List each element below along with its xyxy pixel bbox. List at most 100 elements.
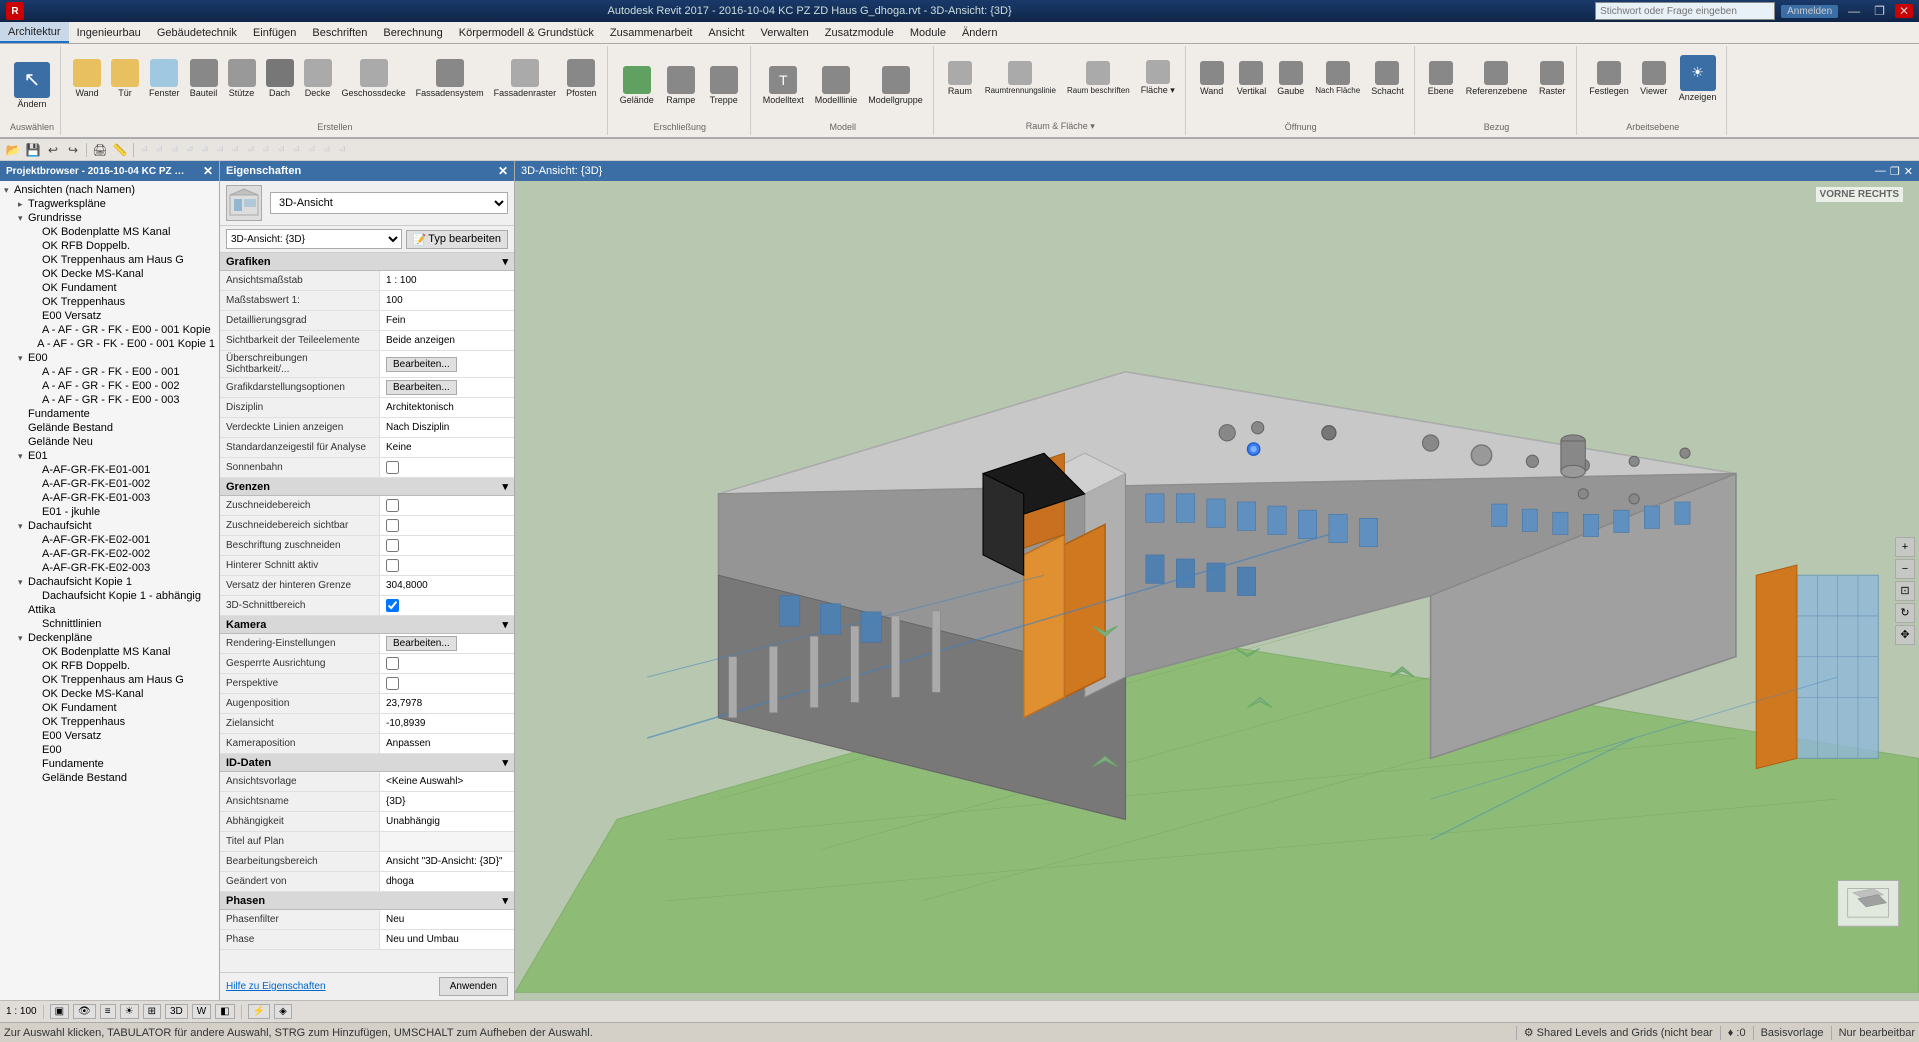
menu-gebaudetechnik[interactable]: Gebäudetechnik xyxy=(149,22,245,43)
qa-btn-measure[interactable]: 📏 xyxy=(111,141,129,159)
vp-rotate[interactable]: ↻ xyxy=(1895,603,1915,623)
bt-thin-btn[interactable]: ≡ xyxy=(100,1004,116,1019)
ribbon-btn-andern[interactable]: ↖ Ändern xyxy=(10,60,54,111)
menu-andern[interactable]: Ändern xyxy=(954,22,1005,43)
prop-checkbox[interactable] xyxy=(386,539,399,552)
ribbon-btn-fenster[interactable]: Fenster xyxy=(145,57,184,100)
prop-edit-btn[interactable]: Bearbeiten... xyxy=(386,380,457,395)
tree-item[interactable]: A-AF-GR-FK-E02-003 xyxy=(0,561,219,575)
tree-item[interactable]: A - AF - GR - FK - E00 - 002 xyxy=(0,379,219,393)
ribbon-btn-festlegen[interactable]: Festlegen xyxy=(1585,59,1633,98)
tree-item[interactable]: Attika xyxy=(0,603,219,617)
ribbon-btn-nach-flache[interactable]: Nach Fläche xyxy=(1311,59,1364,97)
prop-section-header-kamera[interactable]: Kamera▾ xyxy=(220,616,514,634)
qa-btn-open[interactable]: 📂 xyxy=(4,141,22,159)
project-browser-content[interactable]: ▾Ansichten (nach Namen)▸Tragwerkspläne▾G… xyxy=(0,181,219,1000)
tree-item[interactable]: A-AF-GR-FK-E02-001 xyxy=(0,533,219,547)
prop-row-value[interactable] xyxy=(380,596,514,615)
ribbon-btn-stutze[interactable]: Stütze xyxy=(224,57,260,100)
viewport-canvas[interactable]: VORNE RECHTS + − ⊡ ↻ ✥ xyxy=(515,181,1919,1000)
tree-item[interactable]: A - AF - GR - FK - E00 - 003 xyxy=(0,393,219,407)
tree-item[interactable]: ▸Tragwerkspläne xyxy=(0,197,219,211)
tree-item[interactable]: A - AF - GR - FK - E00 - 001 xyxy=(0,365,219,379)
minimize-button[interactable]: — xyxy=(1844,4,1864,18)
ribbon-btn-geschossdecke[interactable]: Geschossdecke xyxy=(338,57,410,100)
ribbon-btn-rampe[interactable]: Rampe xyxy=(661,64,701,107)
ribbon-btn-wand[interactable]: Wand xyxy=(69,57,105,100)
prop-edit-type-btn[interactable]: 📝 Typ bearbeiten xyxy=(406,230,508,249)
tree-item[interactable]: E00 xyxy=(0,743,219,757)
menu-korpermodell[interactable]: Körpermodell & Grundstück xyxy=(451,22,602,43)
tree-item[interactable]: OK Treppenhaus xyxy=(0,715,219,729)
tree-item[interactable]: OK RFB Doppelb. xyxy=(0,239,219,253)
bt-worksets-btn[interactable]: W xyxy=(192,1004,211,1019)
ribbon-btn-modelltext[interactable]: T Modelltext xyxy=(759,64,808,107)
ribbon-btn-referenzebene[interactable]: Referenzebene xyxy=(1462,59,1532,98)
user-button[interactable]: Anmelden xyxy=(1781,5,1838,18)
prop-section-toggle[interactable]: ▾ xyxy=(502,894,508,907)
bt-3d-btn[interactable]: 3D xyxy=(165,1004,188,1019)
prop-section-toggle[interactable]: ▾ xyxy=(502,618,508,631)
menu-einfugen[interactable]: Einfügen xyxy=(245,22,304,43)
tree-item[interactable]: OK Fundament xyxy=(0,281,219,295)
menu-zusammenarbeit[interactable]: Zusammenarbeit xyxy=(602,22,701,43)
ribbon-btn-vertikal[interactable]: Vertikal xyxy=(1233,59,1271,98)
prop-row-value[interactable] xyxy=(380,496,514,515)
restore-button[interactable]: ❐ xyxy=(1870,4,1889,18)
bt-analysis-btn[interactable]: ⚡ xyxy=(248,1004,270,1019)
properties-close[interactable]: ✕ xyxy=(498,164,508,178)
tree-item[interactable]: OK Bodenplatte MS Kanal xyxy=(0,645,219,659)
prop-section-toggle[interactable]: ▾ xyxy=(502,255,508,268)
ribbon-btn-raster[interactable]: Raster xyxy=(1534,59,1570,98)
ribbon-btn-gelande[interactable]: Gelände xyxy=(616,64,658,107)
ribbon-btn-wand-offnung[interactable]: Wand xyxy=(1194,59,1230,98)
tree-item[interactable]: Gelände Neu xyxy=(0,435,219,449)
tree-item[interactable]: A-AF-GR-FK-E01-002 xyxy=(0,477,219,491)
prop-section-header-iddaten[interactable]: ID-Daten▾ xyxy=(220,754,514,772)
tree-item[interactable]: A-AF-GR-FK-E01-003 xyxy=(0,491,219,505)
bt-highlight-btn[interactable]: ◈ xyxy=(274,1004,292,1019)
tree-item[interactable]: Schnittlinien xyxy=(0,617,219,631)
prop-edit-btn[interactable]: Bearbeiten... xyxy=(386,357,457,372)
prop-checkbox[interactable] xyxy=(386,657,399,670)
viewport-maximize[interactable]: ❐ xyxy=(1890,165,1900,178)
ribbon-btn-decke[interactable]: Decke xyxy=(300,57,336,100)
ribbon-btn-dach[interactable]: Dach xyxy=(262,57,298,100)
prop-apply-btn[interactable]: Anwenden xyxy=(439,977,508,996)
prop-row-value[interactable] xyxy=(380,654,514,673)
vp-pan[interactable]: ✥ xyxy=(1895,625,1915,645)
tree-item[interactable]: ▾Ansichten (nach Namen) xyxy=(0,183,219,197)
menu-architektur[interactable]: Architektur xyxy=(0,22,69,43)
ribbon-btn-bauteil[interactable]: Bauteil xyxy=(186,57,222,100)
tree-item[interactable]: Gelände Bestand xyxy=(0,771,219,785)
close-button[interactable]: ✕ xyxy=(1895,4,1913,18)
prop-section-header-grenzen[interactable]: Grenzen▾ xyxy=(220,478,514,496)
prop-checkbox[interactable] xyxy=(386,677,399,690)
bt-hide-btn[interactable]: 👁 xyxy=(73,1004,96,1019)
viewport-minimize[interactable]: — xyxy=(1875,165,1886,178)
vp-zoom-in[interactable]: + xyxy=(1895,537,1915,557)
prop-type-select[interactable]: 3D-Ansicht xyxy=(270,192,508,214)
ribbon-btn-modellgruppe[interactable]: Modellgruppe xyxy=(864,64,927,107)
ribbon-btn-raumtrennungslinie[interactable]: Raumtrennungslinie xyxy=(981,59,1060,97)
prop-checkbox[interactable] xyxy=(386,499,399,512)
search-input[interactable] xyxy=(1595,2,1775,20)
tree-item[interactable]: OK Decke MS-Kanal xyxy=(0,267,219,281)
viewport-close[interactable]: ✕ xyxy=(1904,165,1913,178)
prop-checkbox[interactable] xyxy=(386,461,399,474)
tree-item[interactable]: ▾Grundrisse xyxy=(0,211,219,225)
tree-item[interactable]: A - AF - GR - FK - E00 - 001 Kopie 1 xyxy=(0,337,219,351)
prop-row-value[interactable] xyxy=(380,536,514,555)
prop-view-dropdown[interactable]: 3D-Ansicht: {3D} xyxy=(226,229,402,249)
ribbon-btn-raum[interactable]: Raum xyxy=(942,59,978,98)
ribbon-btn-raum-beschriften[interactable]: Raum beschriften xyxy=(1063,59,1134,97)
tree-item[interactable]: OK Decke MS-Kanal xyxy=(0,687,219,701)
tree-item[interactable]: A-AF-GR-FK-E01-001 xyxy=(0,463,219,477)
ribbon-btn-viewer[interactable]: Viewer xyxy=(1636,59,1672,98)
tree-item[interactable]: ▾E00 xyxy=(0,351,219,365)
qa-btn-print[interactable]: 🖨 xyxy=(91,141,109,159)
prop-row-value[interactable]: Bearbeiten... xyxy=(380,634,514,653)
prop-row-value[interactable] xyxy=(380,674,514,693)
prop-section-toggle[interactable]: ▾ xyxy=(502,756,508,769)
tree-item[interactable]: Fundamente xyxy=(0,407,219,421)
